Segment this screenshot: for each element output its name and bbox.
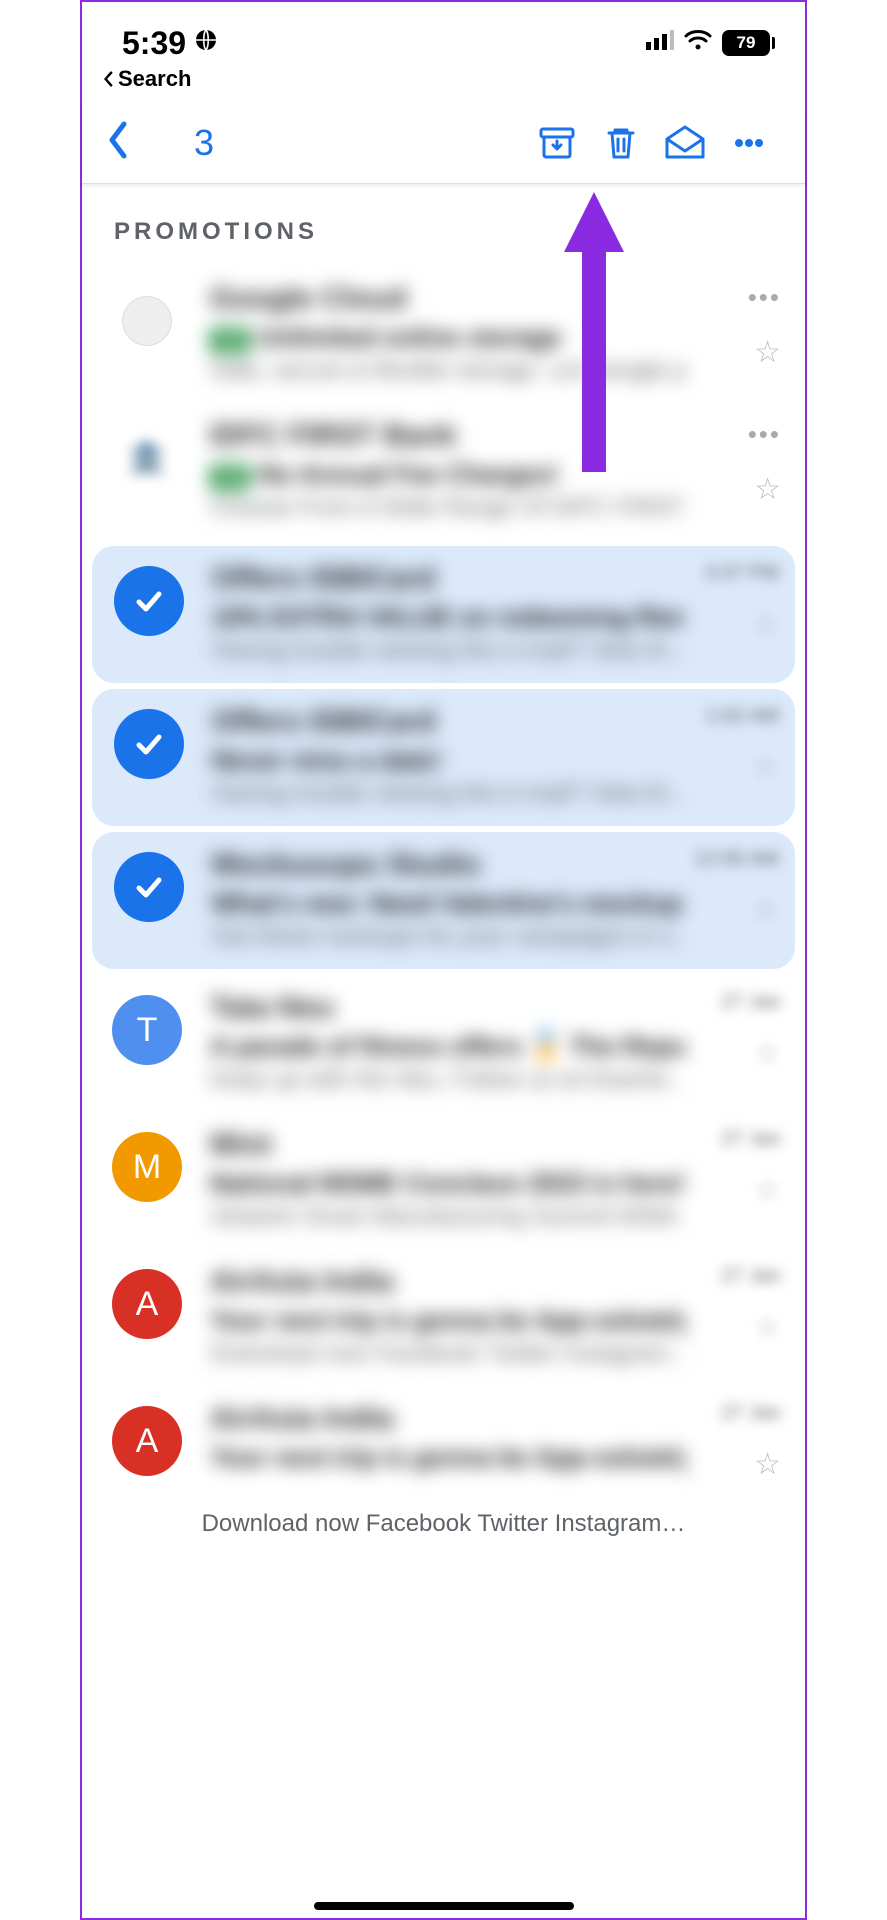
star-icon[interactable]: ☆ bbox=[754, 472, 781, 507]
status-bar: 5:39 79 bbox=[82, 2, 805, 62]
star-icon[interactable]: ☆ bbox=[754, 1310, 781, 1345]
email-time: 1:02 AM bbox=[706, 705, 779, 728]
breadcrumb-label: Search bbox=[118, 66, 191, 92]
email-sender: Offers ISBICard bbox=[212, 562, 683, 596]
star-icon[interactable]: ☆ bbox=[752, 750, 779, 785]
email-preview: Choose From A Wide Range Of IDFC FIRST… bbox=[210, 494, 685, 522]
email-preview: Zetwerk Smart Manufacturing Summit MSM… bbox=[210, 1203, 685, 1231]
email-preview: Having trouble viewing this e-mail? View… bbox=[212, 637, 683, 665]
signal-icon bbox=[646, 30, 674, 56]
email-sender: Mockuuups Studio bbox=[212, 848, 683, 882]
email-time: 3:37 PM bbox=[705, 562, 779, 585]
star-icon[interactable]: ☆ bbox=[754, 335, 781, 370]
battery-icon: 79 bbox=[722, 30, 775, 56]
selection-count: 3 bbox=[194, 122, 214, 164]
email-row[interactable]: Offers ISBICard 10% EXTRA VALUE on redee… bbox=[92, 546, 795, 683]
ad-info-icon[interactable]: ••• bbox=[748, 419, 781, 450]
email-preview: Get these mockups for your campaigns in … bbox=[212, 923, 683, 951]
email-sender: AirAsia India bbox=[210, 1265, 685, 1299]
selection-check-icon[interactable] bbox=[114, 852, 184, 922]
email-sender: Tata Neu bbox=[210, 991, 685, 1025]
sender-avatar[interactable]: T bbox=[112, 995, 182, 1065]
email-row[interactable]: A AirAsia India Your next trip is gonna … bbox=[82, 1386, 805, 1500]
email-subject: Your next trip is gonna be App-solutely … bbox=[210, 1305, 685, 1336]
sender-avatar[interactable]: A bbox=[112, 1406, 182, 1476]
email-preview: Keep up with the Neu. Follow us at Downl… bbox=[210, 1066, 685, 1094]
footer-caption: Download now Facebook Twitter Instagram… bbox=[82, 1500, 805, 1548]
email-subject: National MSME Conclave 2023 is here! bbox=[210, 1168, 685, 1199]
home-indicator[interactable] bbox=[314, 1902, 574, 1910]
email-time: 27 Jan bbox=[721, 1402, 781, 1425]
sender-avatar[interactable]: 🏦 bbox=[112, 423, 182, 493]
email-row[interactable]: Mockuuups Studio What's new: Need Valent… bbox=[92, 832, 795, 969]
battery-level: 79 bbox=[737, 33, 756, 53]
section-header-promotions: PROMOTIONS bbox=[82, 184, 805, 266]
email-row[interactable]: 🏦 IDFC FIRST Bank AdNo Annual Fee Charge… bbox=[82, 403, 805, 540]
mark-read-button[interactable] bbox=[653, 123, 717, 163]
star-icon[interactable]: ☆ bbox=[754, 1447, 781, 1482]
star-icon[interactable]: ☆ bbox=[754, 1036, 781, 1071]
email-subject: What's new: Need Valentine's mockups f… bbox=[212, 888, 683, 919]
email-time: 27 Jan bbox=[721, 1128, 781, 1151]
more-button[interactable] bbox=[717, 123, 781, 163]
email-sender: Offers ISBICard bbox=[212, 705, 683, 739]
sender-avatar[interactable]: M bbox=[112, 1132, 182, 1202]
email-subject: No Annual Fee Charges! bbox=[258, 459, 559, 489]
sender-avatar[interactable] bbox=[112, 286, 182, 356]
email-preview: Download now Facebook Twitter Instagram… bbox=[210, 1340, 685, 1368]
status-time: 5:39 bbox=[122, 25, 186, 62]
back-button[interactable] bbox=[106, 120, 130, 165]
email-row[interactable]: Google Cloud AdUnlimited online storage … bbox=[82, 266, 805, 403]
email-row[interactable]: M Mint National MSME Conclave 2023 is he… bbox=[82, 1112, 805, 1249]
email-row[interactable]: A AirAsia India Your next trip is gonna … bbox=[82, 1249, 805, 1386]
selection-check-icon[interactable] bbox=[114, 566, 184, 636]
email-row[interactable]: T Tata Neu A parade of fitness offers 🏅 … bbox=[82, 975, 805, 1112]
email-row[interactable]: Offers ISBICard Never miss a date! Havin… bbox=[92, 689, 795, 826]
email-sender: Mint bbox=[210, 1128, 685, 1162]
email-subject: Never miss a date! bbox=[212, 745, 683, 776]
email-time: 27 Jan bbox=[721, 991, 781, 1014]
star-icon[interactable]: ☆ bbox=[752, 607, 779, 642]
email-time: 27 Jan bbox=[721, 1265, 781, 1288]
breadcrumb-back[interactable]: Search bbox=[82, 62, 805, 106]
archive-button[interactable] bbox=[525, 123, 589, 163]
selection-toolbar: 3 bbox=[82, 106, 805, 184]
email-subject: A parade of fitness offers 🏅 The Republi… bbox=[210, 1031, 685, 1062]
email-sender: AirAsia India bbox=[210, 1402, 685, 1436]
star-icon[interactable]: ☆ bbox=[752, 893, 779, 928]
ad-info-icon[interactable]: ••• bbox=[748, 282, 781, 313]
wifi-icon bbox=[684, 29, 712, 57]
email-subject: Unlimited online storage bbox=[258, 322, 561, 352]
email-time: 12:05 AM bbox=[694, 848, 779, 871]
email-subject: 10% EXTRA VALUE on redeeming Reward P… bbox=[212, 602, 683, 633]
star-icon[interactable]: ☆ bbox=[754, 1173, 781, 1208]
email-subject: Your next trip is gonna be App-solutely … bbox=[210, 1442, 685, 1473]
trash-button[interactable] bbox=[589, 123, 653, 163]
globe-icon bbox=[194, 28, 218, 59]
email-sender: Google Cloud bbox=[210, 282, 685, 316]
email-preview: Having trouble viewing this e-mail? View… bbox=[212, 780, 683, 808]
email-list: Google Cloud AdUnlimited online storage … bbox=[82, 266, 805, 1500]
email-sender: IDFC FIRST Bank bbox=[210, 419, 685, 453]
selection-check-icon[interactable] bbox=[114, 709, 184, 779]
sender-avatar[interactable]: A bbox=[112, 1269, 182, 1339]
email-preview: Safe, secure & flexible storage. Let Goo… bbox=[210, 357, 685, 385]
